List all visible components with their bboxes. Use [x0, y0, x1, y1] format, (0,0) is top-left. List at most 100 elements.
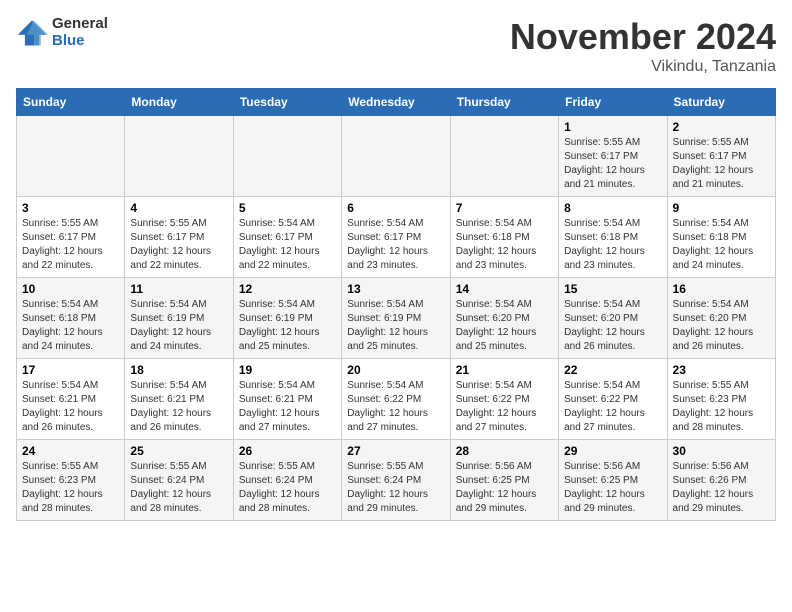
day-number: 30: [673, 444, 770, 458]
calendar-cell: [17, 116, 125, 197]
calendar-cell: 23 Sunrise: 5:55 AMSunset: 6:23 PMDayligh…: [667, 359, 775, 440]
day-number: 10: [22, 282, 119, 296]
calendar-week-1: 1Sunrise: 5:55 AMSunset: 6:17 PMDaylight…: [17, 116, 776, 197]
page-header: General Blue November 2024 Vikindu, Tanz…: [16, 16, 776, 76]
day-number: 20: [347, 363, 444, 377]
day-info: Sunrise: 5:55 AMSunset: 6:17 PMDaylight:…: [673, 136, 770, 192]
day-number: 7: [456, 201, 553, 215]
calendar-cell: 27 Sunrise: 5:55 AMSunset: 6:24 PMDayligh…: [342, 440, 450, 521]
day-info: Sunrise: 5:55 AMSunset: 6:23 PMDaylight:…: [673, 379, 770, 435]
calendar-cell: 5Sunrise: 5:54 AMSunset: 6:17 PMDaylight…: [233, 197, 341, 278]
day-number: 24: [22, 444, 119, 458]
calendar-week-5: 24 Sunrise: 5:55 AMSunset: 6:23 PMDayligh…: [17, 440, 776, 521]
calendar-week-4: 17 Sunrise: 5:54 AMSunset: 6:21 PMDayligh…: [17, 359, 776, 440]
day-header-friday: Friday: [559, 89, 667, 116]
title-block: November 2024 Vikindu, Tanzania: [510, 16, 776, 76]
day-info: Sunrise: 5:54 AMSunset: 6:18 PMDaylight:…: [456, 217, 553, 273]
day-info: Sunrise: 5:55 AMSunset: 6:24 PMDaylight:…: [239, 460, 336, 516]
month-title: November 2024: [510, 16, 776, 58]
calendar-cell: 21 Sunrise: 5:54 AMSunset: 6:22 PMDayligh…: [450, 359, 558, 440]
day-info: Sunrise: 5:54 AMSunset: 6:19 PMDaylight:…: [239, 298, 336, 354]
day-header-tuesday: Tuesday: [233, 89, 341, 116]
calendar-cell: 10 Sunrise: 5:54 AMSunset: 6:18 PMDayligh…: [17, 278, 125, 359]
day-number: 18: [130, 363, 227, 377]
calendar-cell: [450, 116, 558, 197]
logo-general: General: [52, 16, 108, 33]
calendar-cell: 6 Sunrise: 5:54 AMSunset: 6:17 PMDaylight…: [342, 197, 450, 278]
day-number: 21: [456, 363, 553, 377]
day-number: 22: [564, 363, 661, 377]
day-number: 2: [673, 120, 770, 134]
day-number: 6: [347, 201, 444, 215]
day-info: Sunrise: 5:54 AMSunset: 6:18 PMDaylight:…: [564, 217, 661, 273]
day-info: Sunrise: 5:55 AMSunset: 6:17 PMDaylight:…: [22, 217, 119, 273]
calendar-cell: 16Sunrise: 5:54 AMSunset: 6:20 PMDayligh…: [667, 278, 775, 359]
calendar-cell: 25 Sunrise: 5:55 AMSunset: 6:24 PMDayligh…: [125, 440, 233, 521]
calendar-table: SundayMondayTuesdayWednesdayThursdayFrid…: [16, 88, 776, 521]
day-info: Sunrise: 5:55 AMSunset: 6:23 PMDaylight:…: [22, 460, 119, 516]
day-number: 13: [347, 282, 444, 296]
calendar-cell: 13 Sunrise: 5:54 AMSunset: 6:19 PMDayligh…: [342, 278, 450, 359]
day-number: 25: [130, 444, 227, 458]
day-info: Sunrise: 5:54 AMSunset: 6:21 PMDaylight:…: [22, 379, 119, 435]
day-info: Sunrise: 5:56 AMSunset: 6:25 PMDaylight:…: [456, 460, 553, 516]
day-number: 11: [130, 282, 227, 296]
calendar-cell: 29 Sunrise: 5:56 AMSunset: 6:25 PMDayligh…: [559, 440, 667, 521]
day-number: 27: [347, 444, 444, 458]
calendar-cell: 3 Sunrise: 5:55 AMSunset: 6:17 PMDaylight…: [17, 197, 125, 278]
day-info: Sunrise: 5:56 AMSunset: 6:26 PMDaylight:…: [673, 460, 770, 516]
day-info: Sunrise: 5:54 AMSunset: 6:19 PMDaylight:…: [130, 298, 227, 354]
day-info: Sunrise: 5:55 AMSunset: 6:24 PMDaylight:…: [130, 460, 227, 516]
logo-blue: Blue: [52, 33, 108, 50]
day-number: 16: [673, 282, 770, 296]
day-info: Sunrise: 5:54 AMSunset: 6:18 PMDaylight:…: [22, 298, 119, 354]
calendar-cell: 17 Sunrise: 5:54 AMSunset: 6:21 PMDayligh…: [17, 359, 125, 440]
day-info: Sunrise: 5:55 AMSunset: 6:24 PMDaylight:…: [347, 460, 444, 516]
calendar-cell: 18 Sunrise: 5:54 AMSunset: 6:21 PMDayligh…: [125, 359, 233, 440]
calendar-cell: 30 Sunrise: 5:56 AMSunset: 6:26 PMDayligh…: [667, 440, 775, 521]
calendar-cell: 24 Sunrise: 5:55 AMSunset: 6:23 PMDayligh…: [17, 440, 125, 521]
logo-icon: [16, 17, 48, 49]
calendar-cell: 19Sunrise: 5:54 AMSunset: 6:21 PMDayligh…: [233, 359, 341, 440]
day-number: 5: [239, 201, 336, 215]
logo: General Blue: [16, 16, 108, 49]
day-number: 3: [22, 201, 119, 215]
day-info: Sunrise: 5:54 AMSunset: 6:17 PMDaylight:…: [347, 217, 444, 273]
day-header-saturday: Saturday: [667, 89, 775, 116]
day-info: Sunrise: 5:54 AMSunset: 6:19 PMDaylight:…: [347, 298, 444, 354]
day-number: 28: [456, 444, 553, 458]
day-info: Sunrise: 5:54 AMSunset: 6:18 PMDaylight:…: [673, 217, 770, 273]
day-info: Sunrise: 5:56 AMSunset: 6:25 PMDaylight:…: [564, 460, 661, 516]
calendar-cell: 8 Sunrise: 5:54 AMSunset: 6:18 PMDaylight…: [559, 197, 667, 278]
day-header-thursday: Thursday: [450, 89, 558, 116]
day-number: 9: [673, 201, 770, 215]
calendar-body: 1Sunrise: 5:55 AMSunset: 6:17 PMDaylight…: [17, 116, 776, 521]
day-header-wednesday: Wednesday: [342, 89, 450, 116]
day-number: 12: [239, 282, 336, 296]
day-number: 8: [564, 201, 661, 215]
calendar-cell: 9 Sunrise: 5:54 AMSunset: 6:18 PMDaylight…: [667, 197, 775, 278]
calendar-cell: 15Sunrise: 5:54 AMSunset: 6:20 PMDayligh…: [559, 278, 667, 359]
calendar-header: SundayMondayTuesdayWednesdayThursdayFrid…: [17, 89, 776, 116]
day-info: Sunrise: 5:55 AMSunset: 6:17 PMDaylight:…: [130, 217, 227, 273]
calendar-cell: 11 Sunrise: 5:54 AMSunset: 6:19 PMDayligh…: [125, 278, 233, 359]
day-info: Sunrise: 5:54 AMSunset: 6:22 PMDaylight:…: [347, 379, 444, 435]
calendar-cell: 28 Sunrise: 5:56 AMSunset: 6:25 PMDayligh…: [450, 440, 558, 521]
day-info: Sunrise: 5:54 AMSunset: 6:22 PMDaylight:…: [456, 379, 553, 435]
calendar-week-3: 10 Sunrise: 5:54 AMSunset: 6:18 PMDayligh…: [17, 278, 776, 359]
day-number: 23: [673, 363, 770, 377]
calendar-cell: 4Sunrise: 5:55 AMSunset: 6:17 PMDaylight…: [125, 197, 233, 278]
calendar-week-2: 3 Sunrise: 5:55 AMSunset: 6:17 PMDaylight…: [17, 197, 776, 278]
day-number: 15: [564, 282, 661, 296]
day-number: 17: [22, 363, 119, 377]
logo-text: General Blue: [52, 16, 108, 49]
day-number: 29: [564, 444, 661, 458]
day-header-sunday: Sunday: [17, 89, 125, 116]
calendar-cell: [342, 116, 450, 197]
day-info: Sunrise: 5:54 AMSunset: 6:21 PMDaylight:…: [130, 379, 227, 435]
calendar-cell: 14Sunrise: 5:54 AMSunset: 6:20 PMDayligh…: [450, 278, 558, 359]
day-info: Sunrise: 5:54 AMSunset: 6:21 PMDaylight:…: [239, 379, 336, 435]
day-number: 14: [456, 282, 553, 296]
calendar-cell: 26Sunrise: 5:55 AMSunset: 6:24 PMDayligh…: [233, 440, 341, 521]
calendar-cell: [125, 116, 233, 197]
